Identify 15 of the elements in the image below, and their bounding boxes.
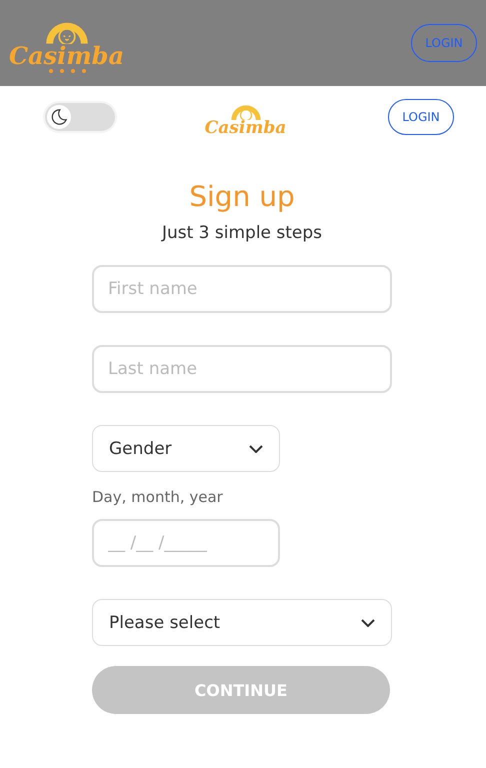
select-field[interactable]: Gender xyxy=(92,425,280,472)
chevron-down-icon xyxy=(361,618,375,626)
logo-text: Casimba xyxy=(9,44,124,68)
moon-icon xyxy=(50,108,68,126)
input-field[interactable]: __ /__ /_____ xyxy=(92,519,280,567)
login-button[interactable]: LOGIN xyxy=(388,99,454,135)
input-field[interactable]: First name xyxy=(92,265,392,313)
form-subtitle: Just 3 simple steps xyxy=(162,223,322,243)
chevron-down-icon xyxy=(249,444,263,452)
dark-mode-toggle[interactable] xyxy=(45,103,115,131)
select-field[interactable]: Please select xyxy=(92,599,392,646)
form-title: Sign up xyxy=(189,180,295,213)
field-label: Day, month, year xyxy=(92,488,223,506)
input-field[interactable]: Last name xyxy=(92,345,392,393)
logo-text: Casimba xyxy=(204,120,286,136)
